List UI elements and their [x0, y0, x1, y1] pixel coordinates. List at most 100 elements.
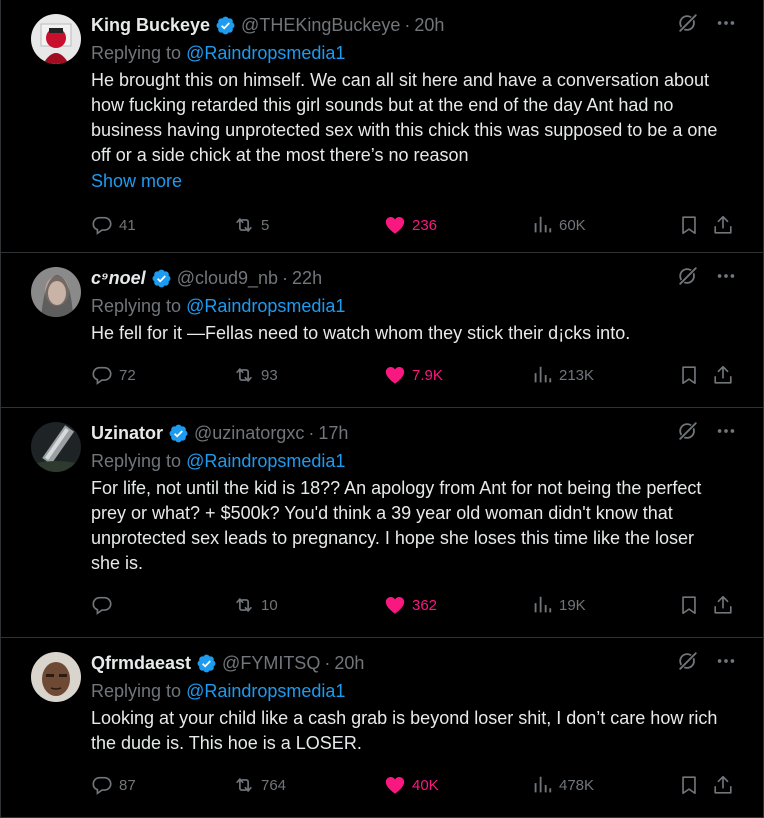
verified-badge-icon: [151, 268, 172, 289]
replying-to-label: Replying to: [91, 681, 182, 701]
mention-link[interactable]: @Raindropsmedia1: [186, 451, 345, 471]
bookmark-button[interactable]: [678, 214, 700, 236]
reply-button[interactable]: 41: [91, 214, 136, 236]
views-button[interactable]: 213K: [531, 364, 594, 386]
user-handle[interactable]: @THEKingBuckeye: [241, 15, 400, 36]
bookmark-icon: [678, 774, 700, 796]
tweet-header: Uzinator @uzinatorgxc · 17h: [91, 420, 747, 446]
tweet-header-actions: [677, 265, 737, 287]
tweet-header-actions: [677, 650, 737, 672]
share-button[interactable]: [712, 594, 734, 616]
separator-dot: ·: [282, 267, 289, 288]
timestamp[interactable]: 22h: [292, 268, 322, 289]
views-button[interactable]: 478K: [531, 774, 594, 796]
tweet-header: c⁹noel @cloud9_nb · 22h: [91, 265, 747, 291]
display-name[interactable]: c⁹noel: [91, 268, 146, 289]
show-more-link[interactable]: Show more: [91, 168, 747, 194]
more-options-icon[interactable]: [715, 650, 737, 672]
verified-badge-icon: [168, 423, 189, 444]
reply-button[interactable]: 72: [91, 364, 136, 386]
avatar[interactable]: [31, 267, 81, 317]
timestamp[interactable]: 20h: [414, 15, 444, 36]
replying-to-line: Replying to @Raindropsmedia1: [91, 40, 747, 66]
timestamp[interactable]: 17h: [318, 423, 348, 444]
display-name[interactable]: Qfrmdaeast: [91, 653, 191, 674]
bookmark-button[interactable]: [678, 364, 700, 386]
like-button[interactable]: 362: [384, 594, 437, 616]
tweet-header: Qfrmdaeast @FYMITSQ · 20h: [91, 650, 747, 676]
reply-tweet[interactable]: Uzinator @uzinatorgxc · 17h Replying to …: [1, 408, 763, 638]
like-button[interactable]: 7.9K: [384, 364, 443, 386]
heart-icon: [384, 214, 406, 236]
tweet-actions: 41 5 236 60K: [91, 200, 747, 250]
reply-button[interactable]: 87: [91, 774, 136, 796]
repost-button[interactable]: 5: [233, 214, 269, 236]
share-icon: [712, 594, 734, 616]
reply-tweet[interactable]: Qfrmdaeast @FYMITSQ · 20h Replying to @R…: [1, 638, 763, 818]
more-options-icon[interactable]: [715, 12, 737, 34]
views-button[interactable]: 60K: [531, 214, 586, 236]
views-button[interactable]: 19K: [531, 594, 586, 616]
tweet-text: He brought this on himself. We can all s…: [91, 70, 718, 165]
like-count: 7.9K: [412, 366, 443, 384]
tweet-text: Looking at your child like a cash grab i…: [91, 708, 718, 753]
reply-tweet[interactable]: c⁹noel @cloud9_nb · 22h Replying to @Rai…: [1, 253, 763, 408]
more-options-icon[interactable]: [715, 265, 737, 287]
repost-icon: [233, 214, 255, 236]
replying-to-line: Replying to @Raindropsmedia1: [91, 678, 747, 704]
verified-badge-icon: [196, 653, 217, 674]
grok-icon[interactable]: [677, 12, 699, 34]
user-handle[interactable]: @cloud9_nb: [177, 268, 278, 289]
tweet-header-actions: [677, 12, 737, 34]
more-options-icon[interactable]: [715, 420, 737, 442]
replying-to-label: Replying to: [91, 296, 182, 316]
verified-badge-icon: [215, 15, 236, 36]
repost-button[interactable]: 764: [233, 774, 286, 796]
share-button[interactable]: [712, 214, 734, 236]
like-button[interactable]: 236: [384, 214, 437, 236]
separator-dot: ·: [404, 14, 411, 35]
mention-link[interactable]: @Raindropsmedia1: [186, 296, 345, 316]
separator-dot: ·: [308, 422, 315, 443]
repost-button[interactable]: 10: [233, 594, 278, 616]
reply-tweet[interactable]: King Buckeye @THEKingBuckeye · 20h Reply…: [1, 0, 763, 253]
like-button[interactable]: 40K: [384, 774, 439, 796]
bookmark-button[interactable]: [678, 774, 700, 796]
reply-icon: [91, 774, 113, 796]
reply-button[interactable]: [91, 594, 119, 616]
like-count: 236: [412, 216, 438, 234]
repost-count: 10: [261, 596, 278, 614]
display-name[interactable]: Uzinator: [91, 423, 163, 444]
views-chart-icon: [531, 774, 553, 796]
bookmark-button[interactable]: [678, 594, 700, 616]
avatar[interactable]: [31, 652, 81, 702]
replies-feed: King Buckeye @THEKingBuckeye · 20h Reply…: [0, 0, 764, 818]
timestamp[interactable]: 20h: [334, 653, 364, 674]
share-button[interactable]: [712, 364, 734, 386]
replying-to-label: Replying to: [91, 451, 182, 471]
repost-icon: [233, 594, 255, 616]
avatar[interactable]: [31, 422, 81, 472]
heart-icon: [384, 594, 406, 616]
share-button[interactable]: [712, 774, 734, 796]
mention-link[interactable]: @Raindropsmedia1: [186, 43, 345, 63]
view-count: 60K: [559, 216, 586, 234]
tweet-actions: 72 93 7.9K 213K: [91, 350, 747, 400]
user-handle[interactable]: @FYMITSQ: [222, 653, 320, 674]
tweet-actions: 10 362 19K: [91, 580, 747, 630]
separator-dot: ·: [324, 652, 331, 673]
repost-button[interactable]: 93: [233, 364, 278, 386]
replying-to-label: Replying to: [91, 43, 182, 63]
avatar[interactable]: [31, 14, 81, 64]
grok-icon[interactable]: [677, 650, 699, 672]
tweet-header-actions: [677, 420, 737, 442]
like-count: 40K: [412, 776, 439, 794]
display-name[interactable]: King Buckeye: [91, 15, 210, 36]
grok-icon[interactable]: [677, 420, 699, 442]
mention-link[interactable]: @Raindropsmedia1: [186, 681, 345, 701]
heart-icon: [384, 364, 406, 386]
user-handle[interactable]: @uzinatorgxc: [194, 423, 304, 444]
reply-count: 72: [119, 366, 136, 384]
view-count: 213K: [559, 366, 595, 384]
grok-icon[interactable]: [677, 265, 699, 287]
